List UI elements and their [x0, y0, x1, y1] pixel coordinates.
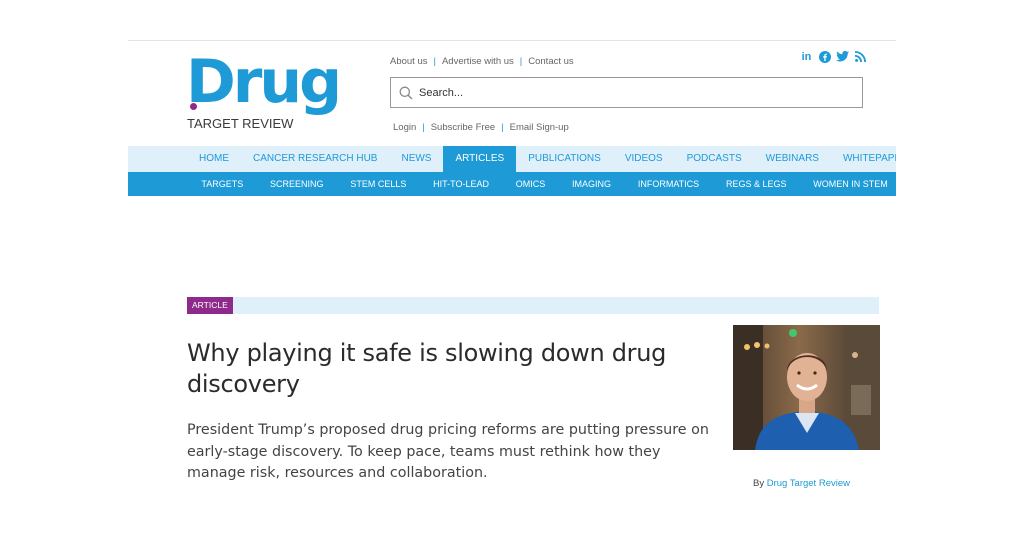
- subnav-item-targets[interactable]: TARGETS: [188, 172, 257, 196]
- nav-item-cancer-research-hub[interactable]: CANCER RESEARCH HUB: [241, 146, 389, 172]
- subnav-item-omics[interactable]: OMICS: [502, 172, 558, 196]
- nav-item-webinars[interactable]: WEBINARS: [754, 146, 831, 172]
- subnav-item-hit-to-lead[interactable]: HIT-TO-LEAD: [420, 172, 503, 196]
- byline-prefix: By: [753, 478, 765, 489]
- primary-nav: HOME CANCER RESEARCH HUB NEWS ARTICLES P…: [128, 146, 896, 172]
- subnav-item-informatics[interactable]: INFORMATICS: [624, 172, 712, 196]
- article-label-bar: ARTICLE: [187, 297, 879, 314]
- secondary-nav: TARGETS SCREENING STEM CELLS HIT-TO-LEAD…: [128, 172, 896, 196]
- account-links: Login | Subscribe Free | Email Sign-up: [393, 122, 569, 133]
- contact-link[interactable]: Contact us: [528, 56, 573, 67]
- subnav-item-screening[interactable]: SCREENING: [257, 172, 337, 196]
- logo-word: Drug: [186, 47, 342, 117]
- about-link[interactable]: About us: [390, 56, 428, 67]
- nav-item-podcasts[interactable]: PODCASTS: [675, 146, 754, 172]
- email-signup-link[interactable]: Email Sign-up: [510, 122, 569, 133]
- search-input[interactable]: [419, 86, 839, 99]
- separator: |: [422, 122, 425, 133]
- rss-icon[interactable]: [854, 50, 867, 63]
- linkedin-icon[interactable]: in: [800, 50, 813, 63]
- social-icons: in: [800, 50, 867, 63]
- author-photo[interactable]: [733, 325, 880, 450]
- page: Drug TARGET REVIEW About us | Advertise wi…: [0, 0, 1024, 536]
- nav-item-articles[interactable]: ARTICLES: [443, 146, 517, 172]
- search-box: [390, 77, 863, 108]
- site-logo[interactable]: Drug TARGET REVIEW: [186, 50, 342, 136]
- nav-item-videos[interactable]: VIDEOS: [613, 146, 675, 172]
- article-standfirst: President Trump’s proposed drug pricing …: [187, 422, 709, 481]
- top-divider: [128, 40, 896, 41]
- nav-item-home[interactable]: HOME: [187, 146, 241, 172]
- subscribe-link[interactable]: Subscribe Free: [431, 122, 495, 133]
- separator: |: [501, 122, 504, 133]
- nav-item-publications[interactable]: PUBLICATIONS: [516, 146, 613, 172]
- twitter-icon[interactable]: [836, 50, 849, 63]
- article-headline[interactable]: Why playing it safe is slowing down drug…: [187, 338, 707, 400]
- author-link[interactable]: Drug Target Review: [767, 478, 850, 489]
- separator: |: [433, 56, 436, 67]
- facebook-icon[interactable]: [818, 50, 831, 63]
- separator: |: [519, 56, 523, 67]
- login-link[interactable]: Login: [393, 122, 416, 133]
- nav-item-news[interactable]: NEWS: [389, 146, 443, 172]
- logo-badge-icon: [189, 102, 198, 111]
- subnav-item-regs-legs[interactable]: REGS & LEGS: [713, 172, 800, 196]
- nav-item-whitepapers[interactable]: WHITEPAPERS / APP NO: [831, 146, 896, 172]
- top-links: About us | Advertise with us | Contact us: [390, 56, 574, 67]
- article-tag[interactable]: ARTICLE: [187, 297, 233, 314]
- subnav-item-stem-cells[interactable]: STEM CELLS: [337, 172, 420, 196]
- subnav-item-imaging[interactable]: IMAGING: [559, 172, 625, 196]
- search-icon: [399, 86, 413, 99]
- byline: By Drug Target Review: [753, 478, 850, 489]
- author-photo-image: [733, 325, 880, 450]
- subnav-item-women-in-stem[interactable]: WOMEN IN STEM: [800, 172, 896, 196]
- advertise-link[interactable]: Advertise with us: [442, 56, 514, 67]
- logo-subtitle: TARGET REVIEW: [187, 116, 294, 131]
